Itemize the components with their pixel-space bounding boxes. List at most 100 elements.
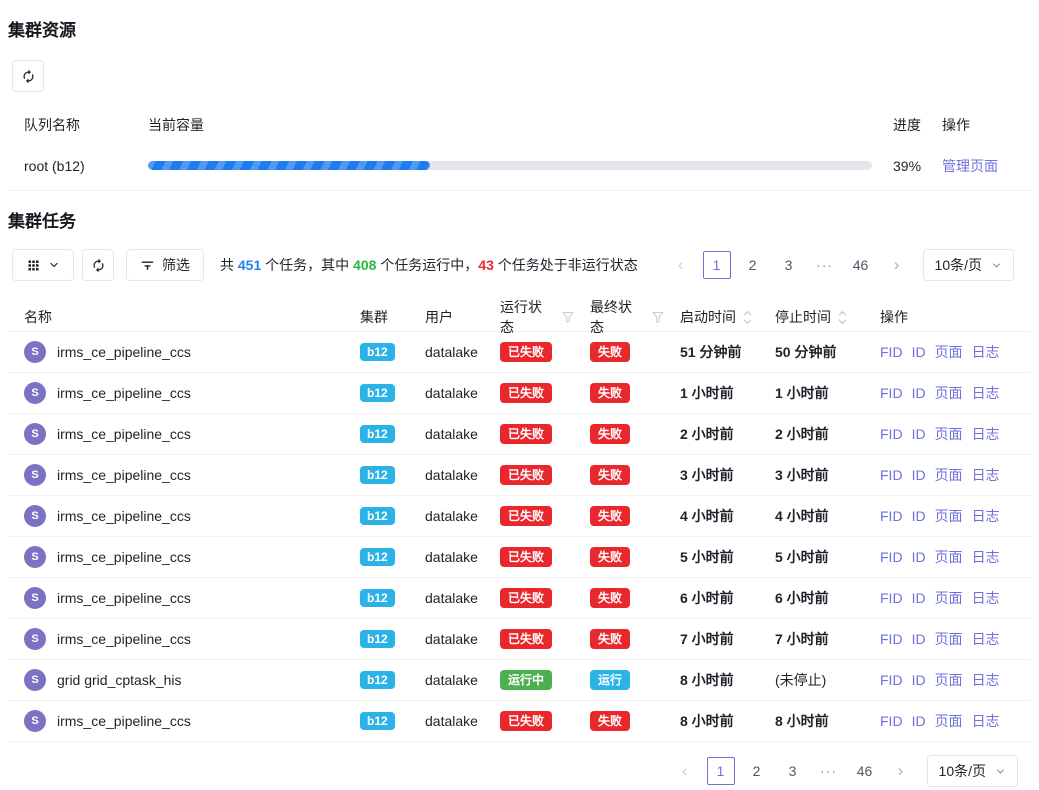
start-time: 1 小时前 — [664, 383, 759, 403]
pagination-prev[interactable]: ‹ — [667, 251, 695, 279]
avatar: S — [24, 382, 46, 404]
final-status-badge: 失败 — [590, 711, 630, 731]
log-link[interactable]: 日志 — [972, 383, 1000, 403]
user-cell: datalake — [409, 344, 484, 360]
pagination-page-3[interactable]: 3 — [775, 251, 803, 279]
user-cell: datalake — [409, 549, 484, 565]
manage-page-link[interactable]: 管理页面 — [942, 158, 998, 174]
page-link[interactable]: 页面 — [935, 629, 963, 649]
fid-link[interactable]: FID — [880, 467, 903, 483]
task-name: grid grid_cptask_his — [57, 672, 182, 688]
pagination-ellipsis[interactable]: ··· — [815, 757, 843, 785]
final-status-badge: 失败 — [590, 342, 630, 362]
page-link[interactable]: 页面 — [935, 670, 963, 690]
pagination-page-46[interactable]: 46 — [851, 757, 879, 785]
tasks-table-body: S irms_ce_pipeline_ccs b12 datalake 已失败 … — [8, 332, 1031, 742]
row-actions: FID ID 页面日志 — [864, 465, 1031, 485]
fid-link[interactable]: FID — [880, 508, 903, 524]
row-actions: FID ID 页面日志 — [864, 711, 1031, 731]
page-link[interactable]: 页面 — [935, 383, 963, 403]
id-link[interactable]: ID — [912, 344, 926, 360]
page-link[interactable]: 页面 — [935, 465, 963, 485]
page-link[interactable]: 页面 — [935, 547, 963, 567]
run-status-badge: 已失败 — [500, 506, 552, 526]
total-count: 451 — [238, 257, 261, 273]
fid-link[interactable]: FID — [880, 426, 903, 442]
resources-refresh-button[interactable] — [12, 60, 44, 92]
page-link[interactable]: 页面 — [935, 424, 963, 444]
user-cell: datalake — [409, 385, 484, 401]
pagination-next[interactable]: › — [883, 251, 911, 279]
chevron-down-icon — [48, 259, 60, 271]
final-status-badge: 失败 — [590, 547, 630, 567]
funnel-filter-icon[interactable] — [652, 311, 664, 323]
fid-link[interactable]: FID — [880, 344, 903, 360]
log-link[interactable]: 日志 — [972, 711, 1000, 731]
user-cell: datalake — [409, 631, 484, 647]
tasks-refresh-button[interactable] — [82, 249, 114, 281]
page-size-select[interactable]: 10条/页 — [927, 755, 1018, 787]
run-status-badge: 运行中 — [500, 670, 552, 690]
page-size-select[interactable]: 10条/页 — [923, 249, 1014, 281]
pagination-page-46[interactable]: 46 — [847, 251, 875, 279]
layout-dropdown-button[interactable] — [12, 249, 74, 281]
cluster-badge: b12 — [360, 425, 395, 443]
page-size-value: 10条/页 — [935, 255, 982, 275]
fid-link[interactable]: FID — [880, 672, 903, 688]
run-status-badge: 已失败 — [500, 383, 552, 403]
pagination-page-1[interactable]: 1 — [707, 757, 735, 785]
sort-icon[interactable] — [838, 310, 847, 325]
page-link[interactable]: 页面 — [935, 588, 963, 608]
id-link[interactable]: ID — [912, 385, 926, 401]
log-link[interactable]: 日志 — [972, 506, 1000, 526]
id-link[interactable]: ID — [912, 467, 926, 483]
id-link[interactable]: ID — [912, 713, 926, 729]
log-link[interactable]: 日志 — [972, 629, 1000, 649]
page-link[interactable]: 页面 — [935, 711, 963, 731]
sort-icon[interactable] — [743, 310, 752, 325]
avatar: S — [24, 505, 46, 527]
run-status-badge: 已失败 — [500, 465, 552, 485]
fid-link[interactable]: FID — [880, 631, 903, 647]
final-status-badge: 失败 — [590, 629, 630, 649]
start-time: 7 小时前 — [664, 629, 759, 649]
pagination-page-2[interactable]: 2 — [743, 757, 771, 785]
avatar: S — [24, 341, 46, 363]
col-start-time: 启动时间 — [680, 307, 736, 327]
filter-button[interactable]: 筛选 — [126, 249, 204, 281]
page-link[interactable]: 页面 — [935, 506, 963, 526]
pagination-next[interactable]: › — [887, 757, 915, 785]
fid-link[interactable]: FID — [880, 590, 903, 606]
log-link[interactable]: 日志 — [972, 588, 1000, 608]
id-link[interactable]: ID — [912, 672, 926, 688]
row-actions: FID ID 页面日志 — [864, 506, 1031, 526]
funnel-filter-icon[interactable] — [562, 311, 574, 323]
log-link[interactable]: 日志 — [972, 670, 1000, 690]
id-link[interactable]: ID — [912, 590, 926, 606]
id-link[interactable]: ID — [912, 508, 926, 524]
log-link[interactable]: 日志 — [972, 424, 1000, 444]
grid-icon — [26, 258, 41, 273]
log-link[interactable]: 日志 — [972, 547, 1000, 567]
pagination-page-2[interactable]: 2 — [739, 251, 767, 279]
col-queue-name: 队列名称 — [8, 115, 148, 135]
pagination-page-1[interactable]: 1 — [703, 251, 731, 279]
table-row: S grid grid_cptask_his b12 datalake 运行中 … — [8, 660, 1031, 701]
log-link[interactable]: 日志 — [972, 342, 1000, 362]
log-link[interactable]: 日志 — [972, 465, 1000, 485]
chevron-down-icon — [991, 260, 1002, 271]
fid-link[interactable]: FID — [880, 713, 903, 729]
cluster-badge: b12 — [360, 548, 395, 566]
pagination-page-3[interactable]: 3 — [779, 757, 807, 785]
id-link[interactable]: ID — [912, 549, 926, 565]
fid-link[interactable]: FID — [880, 385, 903, 401]
pagination-ellipsis[interactable]: ··· — [811, 251, 839, 279]
pagination-prev[interactable]: ‹ — [671, 757, 699, 785]
avatar: S — [24, 587, 46, 609]
run-status-badge: 已失败 — [500, 588, 552, 608]
id-link[interactable]: ID — [912, 631, 926, 647]
final-status-badge: 失败 — [590, 424, 630, 444]
page-link[interactable]: 页面 — [935, 342, 963, 362]
fid-link[interactable]: FID — [880, 549, 903, 565]
id-link[interactable]: ID — [912, 426, 926, 442]
